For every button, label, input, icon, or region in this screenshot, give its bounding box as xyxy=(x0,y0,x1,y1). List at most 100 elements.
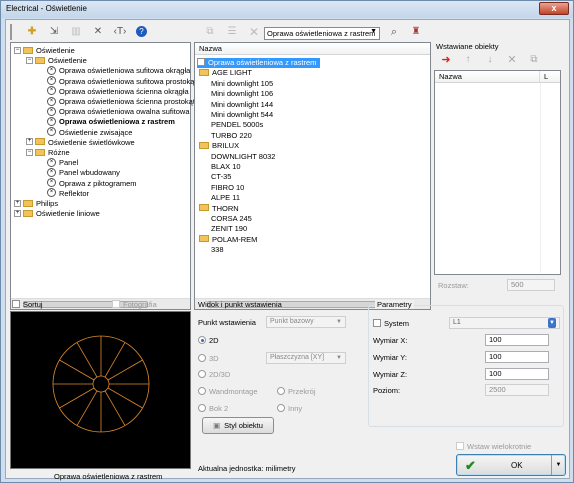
remove-object-icon[interactable]: ✕ xyxy=(504,52,520,68)
radio-wandmontage[interactable]: Wandmontage xyxy=(198,387,258,396)
tree-item[interactable]: × Oświetlenie zwisające xyxy=(38,127,132,138)
radio-dot[interactable] xyxy=(277,404,285,413)
insert-point-select[interactable]: Punkt bazowy ▼ xyxy=(266,316,346,328)
radio-bok2[interactable]: Bok 2 xyxy=(198,404,228,413)
tree-item[interactable]: × Oprawa oświetleniowa ścienna okrągła xyxy=(38,86,189,97)
expand-icon[interactable]: + xyxy=(26,138,33,146)
list-item[interactable]: Mini downlight 106 xyxy=(211,89,273,99)
inserted-table[interactable]: Nazwa L xyxy=(434,70,561,275)
list-item[interactable]: ALPE 11 xyxy=(211,193,240,203)
spacing-field[interactable]: 500 xyxy=(507,279,555,291)
category-tree[interactable]: − Oświetlenie − Oświetlenie × Oprawa oświetle… xyxy=(10,42,205,310)
move-down-icon[interactable]: ↓ xyxy=(482,52,498,68)
col-l[interactable]: L xyxy=(540,71,560,83)
photo-checkbox[interactable]: Fotografia xyxy=(112,300,157,309)
radio-2d[interactable]: 2D xyxy=(198,336,219,345)
insert-arrow-icon[interactable]: ➜ xyxy=(438,52,454,68)
list-item[interactable]: Oprawa oświetleniowa z rastrem xyxy=(197,58,321,68)
copy-icon[interactable]: ⧉ xyxy=(202,24,218,40)
list-item[interactable]: DOWNLIGHT 8032 xyxy=(211,152,275,162)
tree-item[interactable]: × Oprawa z piktogramem xyxy=(38,178,137,189)
radio-dot[interactable] xyxy=(277,387,285,396)
ok-button[interactable]: ✔ OK ▼ xyxy=(456,454,566,476)
list-item[interactable]: ZENIT 190 xyxy=(211,224,247,234)
collapse-icon[interactable]: − xyxy=(14,46,21,54)
radio-dot[interactable] xyxy=(198,370,206,379)
sort-checkbox[interactable]: Sortuj xyxy=(12,300,43,309)
tree-item[interactable]: × Oprawa oświetleniowa z rastrem xyxy=(38,116,175,127)
tree-item[interactable]: × Oprawa oświetleniowa ścienna prostokątn… xyxy=(38,96,203,107)
list-item[interactable]: BRILUX xyxy=(199,141,239,151)
list-item[interactable]: Mini downlight 544 xyxy=(211,110,273,120)
move-up-icon[interactable]: ↑ xyxy=(460,52,476,68)
checkbox-box[interactable] xyxy=(373,319,381,328)
tree-item[interactable]: × Oprawa oświetleniowa sufitowa prostokąt… xyxy=(38,76,205,87)
help-icon[interactable]: ? xyxy=(136,26,147,37)
list-item[interactable]: TURBO 220 xyxy=(211,131,252,141)
radio-2d3d[interactable]: 2D/3D xyxy=(198,370,230,379)
close-button[interactable]: x xyxy=(539,2,569,15)
system-select[interactable]: L1 ▼ xyxy=(449,317,560,329)
col-name[interactable]: Nazwa xyxy=(435,71,540,83)
radio-dot[interactable] xyxy=(198,404,206,413)
chevron-down-icon[interactable]: ▼ xyxy=(551,455,565,475)
list-icon[interactable]: ☰ xyxy=(224,24,240,40)
radio-inny[interactable]: Inny xyxy=(277,404,302,413)
list-header[interactable]: Nazwa xyxy=(195,43,430,55)
new-folder-icon[interactable]: ✚ xyxy=(24,24,40,40)
tree-item[interactable]: × Oprawa oświetleniowa sufitowa okrągła xyxy=(38,65,190,76)
chevron-down-icon[interactable]: ▼ xyxy=(370,28,377,35)
delete-icon[interactable]: ▥ xyxy=(68,24,84,40)
list-item[interactable]: FIBRO 10 xyxy=(211,183,244,193)
list-item[interactable]: 338 xyxy=(211,245,224,255)
checkbox-box[interactable] xyxy=(12,300,20,309)
tree-item[interactable]: + Oświetlenie liniowe xyxy=(14,209,100,219)
chevron-down-icon[interactable]: ▼ xyxy=(336,353,342,363)
list-item[interactable]: THORN xyxy=(199,204,239,214)
checkbox-box[interactable] xyxy=(112,300,120,309)
dim-z-field[interactable]: 100 xyxy=(485,368,549,380)
tree-item[interactable]: − Różne xyxy=(26,148,70,158)
search-input[interactable]: Oprawa oświetleniowa z rastrem ▼ xyxy=(264,27,380,40)
radio-dot[interactable] xyxy=(198,387,206,396)
rename-icon[interactable]: ‹T› xyxy=(112,24,128,40)
multi-insert-checkbox[interactable]: Wstaw wielokrotnie xyxy=(456,442,531,451)
import-icon[interactable]: ⇲ xyxy=(46,24,62,40)
search-icon[interactable]: ⌕ xyxy=(386,24,402,40)
copy-object-icon[interactable]: ⧉ xyxy=(526,52,542,68)
list-item[interactable]: Mini downlight 144 xyxy=(211,100,273,110)
radio-3d[interactable]: 3D xyxy=(198,354,219,363)
item-checkbox[interactable] xyxy=(197,58,205,67)
tree-item[interactable]: + Oświetlenie świetlówkowe xyxy=(26,138,135,148)
tree-item[interactable]: × Oprawa oświetleniowa owalna sufitowa xyxy=(38,106,190,117)
object-style-button[interactable]: ▣ Styl obiektu xyxy=(202,417,274,434)
tree-item[interactable]: − Oświetlenie xyxy=(26,56,87,66)
radio-przekroj[interactable]: Przekrój xyxy=(277,387,316,396)
chevron-down-icon[interactable]: ▼ xyxy=(548,318,556,328)
object-list[interactable]: Nazwa Oprawa oświetleniowa z rastrem AGE … xyxy=(194,42,431,310)
dim-x-field[interactable]: 100 xyxy=(485,334,549,346)
remove-icon[interactable]: ✕ xyxy=(246,24,262,40)
radio-dot[interactable] xyxy=(198,336,206,345)
tree-item[interactable]: − Oświetlenie xyxy=(14,46,75,56)
tree-item[interactable]: + Philips xyxy=(14,199,58,209)
dim-y-field[interactable]: 100 xyxy=(485,351,549,363)
collapse-icon[interactable]: − xyxy=(26,148,33,156)
list-item[interactable]: BLAX 10 xyxy=(211,162,241,172)
chevron-down-icon[interactable]: ▼ xyxy=(336,317,342,327)
checkbox-box[interactable] xyxy=(456,442,464,451)
plane-select[interactable]: Płaszczyzna [XY] ▼ xyxy=(266,352,346,364)
collapse-icon[interactable]: − xyxy=(26,56,33,64)
tree-item[interactable]: × Reflektor xyxy=(38,188,89,199)
expand-icon[interactable]: + xyxy=(14,199,21,207)
list-item[interactable]: CORSA 245 xyxy=(211,214,252,224)
expand-icon[interactable]: + xyxy=(14,209,21,217)
list-item[interactable]: POLAM-REM xyxy=(199,235,257,245)
list-item[interactable]: PENDEL 5000s xyxy=(211,120,263,130)
level-field[interactable]: 2500 xyxy=(485,384,549,396)
tools-icon[interactable]: ✕ xyxy=(90,24,106,40)
list-item[interactable]: Mini downlight 105 xyxy=(211,79,273,89)
list-item[interactable]: CT-35 xyxy=(211,172,231,182)
tree-item[interactable]: × Panel xyxy=(38,157,78,168)
binoculars-icon[interactable]: ♜ xyxy=(408,24,424,40)
